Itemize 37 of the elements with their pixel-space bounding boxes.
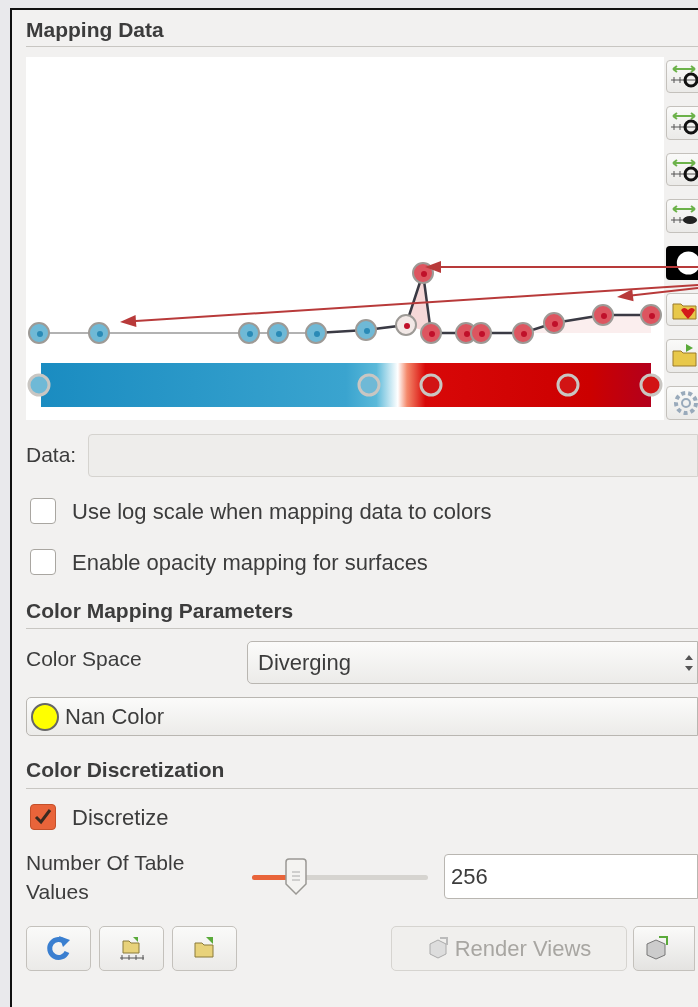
nan-color-button[interactable]: Nan Color (26, 697, 698, 736)
opacity-curve-drawing[interactable] (28, 261, 662, 344)
folder-button[interactable] (172, 925, 237, 971)
refresh-icon (44, 934, 73, 962)
cube-icon (426, 936, 449, 960)
folder-icon (670, 343, 698, 370)
color-bar-drawing[interactable] (27, 362, 663, 407)
toolbar-button[interactable] (666, 199, 698, 234)
field-label: Color Space (26, 646, 143, 672)
folder-button[interactable] (99, 925, 164, 971)
checkbox-label[interactable]: Discretize (72, 800, 169, 834)
field-label: Data: (26, 442, 77, 469)
transfer-function-editor[interactable] (26, 56, 664, 420)
table-values-field[interactable]: 256 (444, 854, 698, 899)
field-label: Number Of Table Values (26, 849, 186, 905)
slider-thumb[interactable] (283, 857, 309, 896)
double-arrow-icon (670, 156, 698, 183)
data-field[interactable] (88, 433, 698, 477)
slider[interactable] (252, 856, 428, 897)
section-title: Color Discretization (26, 758, 225, 781)
cube-icon (644, 935, 670, 961)
checkmark-icon (33, 807, 53, 827)
checkbox[interactable] (30, 549, 56, 575)
section-title: Color Mapping Parameters (26, 598, 294, 622)
checkbox[interactable] (30, 498, 56, 524)
checkbox-label[interactable]: Use log scale when mapping data to colors (72, 494, 492, 528)
checkbox[interactable] (30, 804, 56, 830)
color-space-dropdown[interactable]: Diverging (247, 641, 698, 684)
toolbar-button[interactable] (666, 246, 698, 280)
toolbar-button[interactable] (666, 59, 698, 94)
reset-button[interactable] (26, 925, 91, 971)
double-arrow-icon (670, 63, 698, 90)
double-arrow-icon (670, 109, 698, 136)
toolbar-button[interactable] (666, 106, 698, 140)
checkbox-label[interactable]: Enable opacity mapping for surfaces (72, 545, 428, 579)
section-title: Mapping Data (26, 18, 164, 41)
toolbar-button[interactable] (666, 152, 698, 187)
